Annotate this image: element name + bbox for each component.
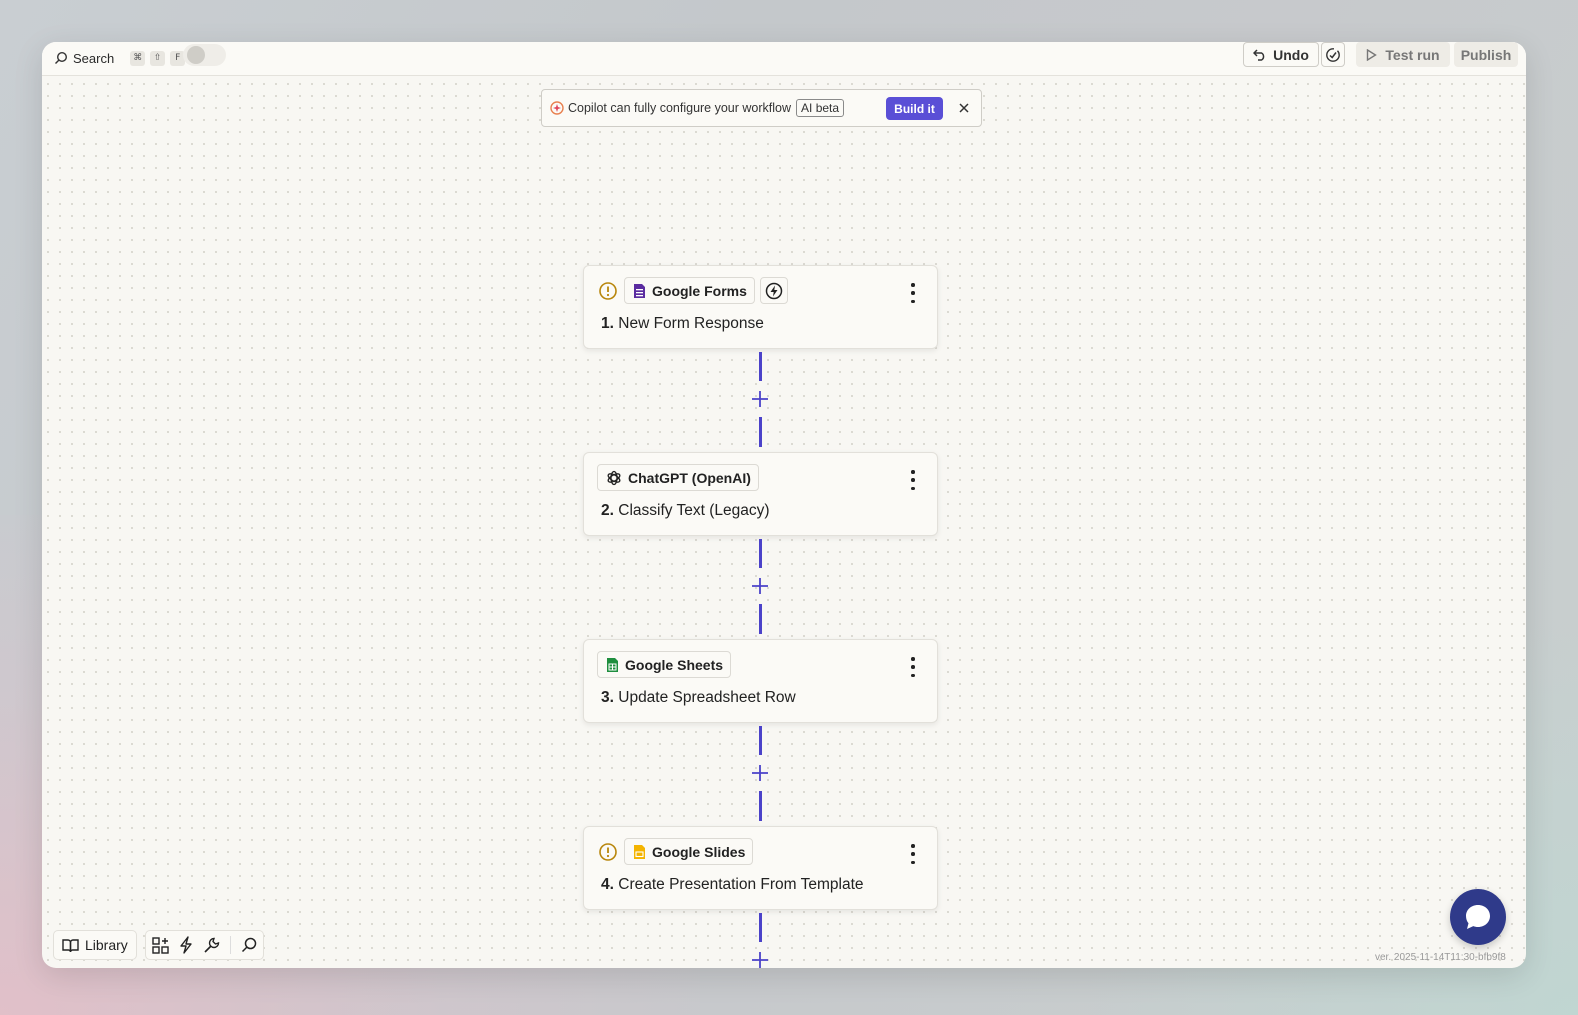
test-run-label: Test run [1385, 46, 1440, 63]
app-name: Google Sheets [625, 656, 724, 673]
version-label: ver. 2025-11-14T11:30-bfb9f8 [1375, 952, 1506, 963]
top-bar: Search ⌘ ⇧ F Undo Test run Publish [42, 42, 1526, 76]
connector-line [759, 604, 762, 634]
canvas-tools [144, 930, 264, 960]
search-icon [55, 51, 68, 64]
step-card-2[interactable]: ChatGPT (OpenAI) 2. Classify Text (Legac… [583, 452, 938, 536]
history-icon [1326, 47, 1340, 62]
lightning-icon[interactable] [179, 936, 193, 954]
step-card-4[interactable]: Google Slides 4. Create Presentation Fro… [583, 826, 938, 910]
connector-line [759, 539, 762, 568]
step-menu-button[interactable] [907, 844, 919, 864]
google-slides-icon [634, 844, 645, 859]
add-step-button[interactable] [750, 763, 770, 783]
kebab-icon [911, 283, 915, 287]
undo-label: Undo [1273, 46, 1309, 63]
step-title: 1. New Form Response [601, 315, 764, 332]
instant-trigger-badge [759, 277, 788, 304]
copilot-sparkle-icon [550, 101, 564, 115]
step-card-1[interactable]: Google Forms 1. New Form Response [583, 265, 938, 349]
connector-line [759, 352, 762, 381]
mode-toggle[interactable] [183, 44, 226, 66]
step-menu-button[interactable] [907, 657, 919, 677]
step-title: 4. Create Presentation From Template [601, 876, 864, 893]
connector-line [759, 913, 762, 942]
library-label: Library [85, 937, 128, 953]
step-menu-button[interactable] [907, 470, 919, 490]
google-forms-icon [634, 283, 645, 298]
app-name: Google Slides [652, 843, 746, 860]
app-name: ChatGPT (OpenAI) [628, 469, 751, 486]
copilot-text: Copilot can fully configure your workflo… [568, 101, 792, 115]
test-run-button[interactable]: Test run [1356, 42, 1450, 67]
publish-button[interactable]: Publish [1454, 42, 1518, 67]
search-label: Search [73, 50, 115, 66]
ai-beta-badge: AI beta [796, 99, 845, 117]
close-banner-button[interactable] [954, 98, 974, 118]
library-button[interactable]: Library [53, 930, 137, 960]
lightning-circle-icon [765, 282, 783, 299]
copilot-banner: Copilot can fully configure your workflo… [541, 89, 982, 127]
search-icon[interactable] [241, 937, 257, 953]
chat-bubble-icon [1466, 905, 1490, 929]
google-sheets-icon [607, 657, 618, 672]
wrench-icon[interactable] [203, 937, 220, 954]
app-chip-google-sheets[interactable]: Google Sheets [597, 651, 732, 678]
add-apps-icon[interactable] [152, 936, 169, 954]
build-it-button[interactable]: Build it [886, 97, 943, 120]
undo-button[interactable]: Undo [1243, 42, 1319, 67]
app-name: Google Forms [652, 282, 747, 299]
close-icon [959, 103, 969, 113]
warning-icon [597, 280, 619, 302]
app-chip-chatgpt[interactable]: ChatGPT (OpenAI) [597, 464, 759, 491]
connector-line [759, 726, 762, 755]
app-chip-google-forms[interactable]: Google Forms [624, 277, 755, 304]
add-step-button[interactable] [750, 576, 770, 596]
add-step-button[interactable] [750, 950, 770, 968]
kebab-icon [911, 470, 915, 474]
step-title: 3. Update Spreadsheet Row [601, 689, 796, 706]
search-button[interactable]: Search ⌘ ⇧ F [54, 46, 186, 70]
warning-icon [597, 841, 619, 863]
play-icon [1367, 48, 1378, 61]
kebab-icon [911, 657, 915, 661]
shortcut-key-cmd: ⌘ [130, 50, 146, 66]
version-history-button[interactable] [1321, 42, 1345, 67]
step-menu-button[interactable] [907, 283, 919, 303]
undo-icon [1253, 48, 1265, 61]
bottom-toolbar: Library [53, 930, 264, 960]
connector-line [759, 417, 762, 447]
add-step-button[interactable] [750, 389, 770, 409]
kebab-icon [911, 844, 915, 848]
app-chip-google-slides[interactable]: Google Slides [624, 838, 754, 865]
connector-line [759, 791, 762, 821]
openai-icon [607, 470, 621, 485]
toolbar-divider [229, 936, 231, 954]
step-card-3[interactable]: Google Sheets 3. Update Spreadsheet Row [583, 639, 938, 723]
shortcut-key-shift: ⇧ [150, 50, 166, 66]
chat-support-button[interactable] [1450, 889, 1506, 945]
editor-window: Search ⌘ ⇧ F Undo Test run Publish Copil… [42, 42, 1526, 968]
book-icon [62, 938, 79, 952]
step-title: 2. Classify Text (Legacy) [601, 502, 770, 519]
